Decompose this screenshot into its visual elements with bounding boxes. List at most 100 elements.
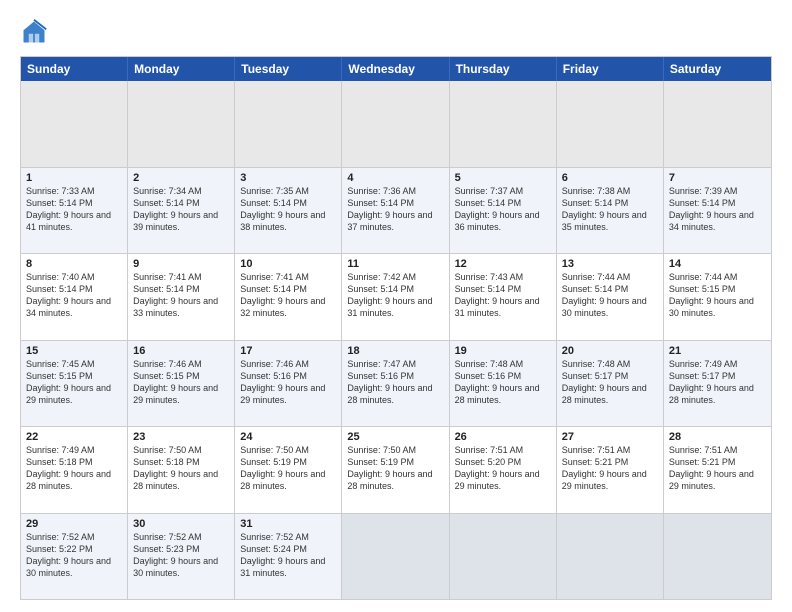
day-cell-27: 27Sunrise: 7:51 AM Sunset: 5:21 PM Dayli… [557, 427, 664, 513]
day-details: Sunrise: 7:34 AM Sunset: 5:14 PM Dayligh… [133, 185, 229, 234]
day-cell-30: 30Sunrise: 7:52 AM Sunset: 5:23 PM Dayli… [128, 514, 235, 600]
calendar-header: SundayMondayTuesdayWednesdayThursdayFrid… [21, 57, 771, 81]
day-cell-17: 17Sunrise: 7:46 AM Sunset: 5:16 PM Dayli… [235, 341, 342, 427]
empty-cell [450, 514, 557, 600]
empty-cell [664, 81, 771, 167]
day-number: 9 [133, 258, 229, 270]
day-number: 3 [240, 172, 336, 184]
calendar-row: 8Sunrise: 7:40 AM Sunset: 5:14 PM Daylig… [21, 253, 771, 340]
day-number: 6 [562, 172, 658, 184]
day-number: 25 [347, 431, 443, 443]
day-details: Sunrise: 7:37 AM Sunset: 5:14 PM Dayligh… [455, 185, 551, 234]
day-number: 7 [669, 172, 766, 184]
empty-cell [21, 81, 128, 167]
day-details: Sunrise: 7:45 AM Sunset: 5:15 PM Dayligh… [26, 358, 122, 407]
day-cell-24: 24Sunrise: 7:50 AM Sunset: 5:19 PM Dayli… [235, 427, 342, 513]
empty-cell [557, 81, 664, 167]
calendar-row [21, 81, 771, 167]
day-number: 29 [26, 518, 122, 530]
day-details: Sunrise: 7:43 AM Sunset: 5:14 PM Dayligh… [455, 271, 551, 320]
day-number: 23 [133, 431, 229, 443]
empty-cell [664, 514, 771, 600]
day-number: 28 [669, 431, 766, 443]
day-details: Sunrise: 7:38 AM Sunset: 5:14 PM Dayligh… [562, 185, 658, 234]
day-number: 1 [26, 172, 122, 184]
day-number: 18 [347, 345, 443, 357]
day-number: 21 [669, 345, 766, 357]
day-details: Sunrise: 7:51 AM Sunset: 5:21 PM Dayligh… [562, 444, 658, 493]
day-number: 19 [455, 345, 551, 357]
day-cell-21: 21Sunrise: 7:49 AM Sunset: 5:17 PM Dayli… [664, 341, 771, 427]
day-cell-31: 31Sunrise: 7:52 AM Sunset: 5:24 PM Dayli… [235, 514, 342, 600]
day-number: 11 [347, 258, 443, 270]
day-details: Sunrise: 7:39 AM Sunset: 5:14 PM Dayligh… [669, 185, 766, 234]
day-number: 5 [455, 172, 551, 184]
header-day-sunday: Sunday [21, 57, 128, 81]
day-number: 4 [347, 172, 443, 184]
page: SundayMondayTuesdayWednesdayThursdayFrid… [0, 0, 792, 612]
logo-icon [20, 18, 48, 46]
day-details: Sunrise: 7:47 AM Sunset: 5:16 PM Dayligh… [347, 358, 443, 407]
calendar-body: 1Sunrise: 7:33 AM Sunset: 5:14 PM Daylig… [21, 81, 771, 599]
header [20, 18, 772, 46]
day-number: 15 [26, 345, 122, 357]
day-details: Sunrise: 7:52 AM Sunset: 5:22 PM Dayligh… [26, 531, 122, 580]
day-cell-28: 28Sunrise: 7:51 AM Sunset: 5:21 PM Dayli… [664, 427, 771, 513]
day-details: Sunrise: 7:52 AM Sunset: 5:23 PM Dayligh… [133, 531, 229, 580]
day-cell-9: 9Sunrise: 7:41 AM Sunset: 5:14 PM Daylig… [128, 254, 235, 340]
day-details: Sunrise: 7:49 AM Sunset: 5:18 PM Dayligh… [26, 444, 122, 493]
day-cell-16: 16Sunrise: 7:46 AM Sunset: 5:15 PM Dayli… [128, 341, 235, 427]
day-details: Sunrise: 7:50 AM Sunset: 5:19 PM Dayligh… [240, 444, 336, 493]
calendar-row: 29Sunrise: 7:52 AM Sunset: 5:22 PM Dayli… [21, 513, 771, 600]
day-number: 8 [26, 258, 122, 270]
day-number: 24 [240, 431, 336, 443]
day-details: Sunrise: 7:42 AM Sunset: 5:14 PM Dayligh… [347, 271, 443, 320]
day-cell-10: 10Sunrise: 7:41 AM Sunset: 5:14 PM Dayli… [235, 254, 342, 340]
day-details: Sunrise: 7:41 AM Sunset: 5:14 PM Dayligh… [133, 271, 229, 320]
day-cell-19: 19Sunrise: 7:48 AM Sunset: 5:16 PM Dayli… [450, 341, 557, 427]
day-cell-4: 4Sunrise: 7:36 AM Sunset: 5:14 PM Daylig… [342, 168, 449, 254]
day-cell-26: 26Sunrise: 7:51 AM Sunset: 5:20 PM Dayli… [450, 427, 557, 513]
empty-cell [128, 81, 235, 167]
empty-cell [450, 81, 557, 167]
day-cell-7: 7Sunrise: 7:39 AM Sunset: 5:14 PM Daylig… [664, 168, 771, 254]
day-number: 20 [562, 345, 658, 357]
day-number: 30 [133, 518, 229, 530]
day-number: 2 [133, 172, 229, 184]
day-cell-1: 1Sunrise: 7:33 AM Sunset: 5:14 PM Daylig… [21, 168, 128, 254]
header-day-tuesday: Tuesday [235, 57, 342, 81]
day-cell-8: 8Sunrise: 7:40 AM Sunset: 5:14 PM Daylig… [21, 254, 128, 340]
day-cell-6: 6Sunrise: 7:38 AM Sunset: 5:14 PM Daylig… [557, 168, 664, 254]
day-number: 22 [26, 431, 122, 443]
day-cell-11: 11Sunrise: 7:42 AM Sunset: 5:14 PM Dayli… [342, 254, 449, 340]
header-day-monday: Monday [128, 57, 235, 81]
calendar-row: 22Sunrise: 7:49 AM Sunset: 5:18 PM Dayli… [21, 426, 771, 513]
calendar-row: 15Sunrise: 7:45 AM Sunset: 5:15 PM Dayli… [21, 340, 771, 427]
day-cell-18: 18Sunrise: 7:47 AM Sunset: 5:16 PM Dayli… [342, 341, 449, 427]
day-details: Sunrise: 7:49 AM Sunset: 5:17 PM Dayligh… [669, 358, 766, 407]
day-number: 31 [240, 518, 336, 530]
day-number: 26 [455, 431, 551, 443]
day-details: Sunrise: 7:51 AM Sunset: 5:20 PM Dayligh… [455, 444, 551, 493]
day-details: Sunrise: 7:48 AM Sunset: 5:17 PM Dayligh… [562, 358, 658, 407]
day-cell-3: 3Sunrise: 7:35 AM Sunset: 5:14 PM Daylig… [235, 168, 342, 254]
day-details: Sunrise: 7:52 AM Sunset: 5:24 PM Dayligh… [240, 531, 336, 580]
day-details: Sunrise: 7:40 AM Sunset: 5:14 PM Dayligh… [26, 271, 122, 320]
day-cell-2: 2Sunrise: 7:34 AM Sunset: 5:14 PM Daylig… [128, 168, 235, 254]
day-cell-15: 15Sunrise: 7:45 AM Sunset: 5:15 PM Dayli… [21, 341, 128, 427]
day-details: Sunrise: 7:44 AM Sunset: 5:15 PM Dayligh… [669, 271, 766, 320]
day-number: 17 [240, 345, 336, 357]
day-number: 16 [133, 345, 229, 357]
day-details: Sunrise: 7:35 AM Sunset: 5:14 PM Dayligh… [240, 185, 336, 234]
day-cell-20: 20Sunrise: 7:48 AM Sunset: 5:17 PM Dayli… [557, 341, 664, 427]
day-details: Sunrise: 7:44 AM Sunset: 5:14 PM Dayligh… [562, 271, 658, 320]
header-day-wednesday: Wednesday [342, 57, 449, 81]
day-cell-5: 5Sunrise: 7:37 AM Sunset: 5:14 PM Daylig… [450, 168, 557, 254]
day-number: 14 [669, 258, 766, 270]
empty-cell [342, 81, 449, 167]
day-cell-25: 25Sunrise: 7:50 AM Sunset: 5:19 PM Dayli… [342, 427, 449, 513]
day-details: Sunrise: 7:41 AM Sunset: 5:14 PM Dayligh… [240, 271, 336, 320]
day-details: Sunrise: 7:33 AM Sunset: 5:14 PM Dayligh… [26, 185, 122, 234]
day-number: 13 [562, 258, 658, 270]
day-cell-14: 14Sunrise: 7:44 AM Sunset: 5:15 PM Dayli… [664, 254, 771, 340]
